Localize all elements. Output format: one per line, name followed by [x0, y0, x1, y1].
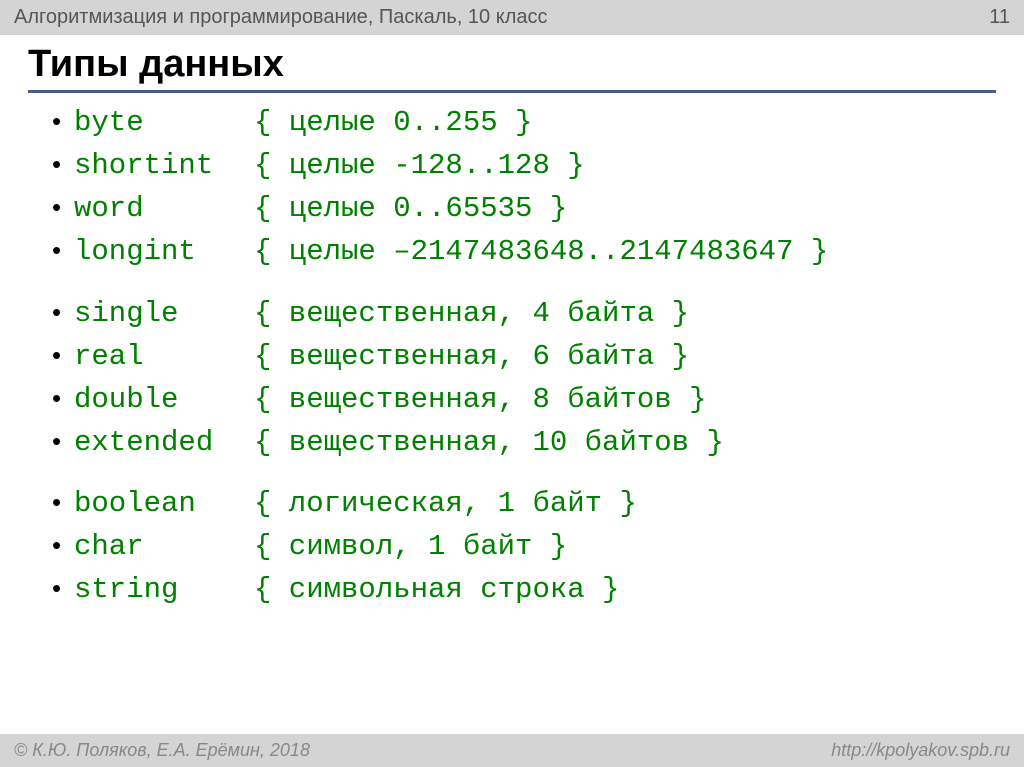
type-row: • byte { целые 0..255 }	[52, 103, 996, 142]
type-desc: { вещественная, 6 байта }	[254, 337, 689, 376]
bullet-icon: •	[52, 233, 74, 268]
page-number: 11	[989, 6, 1010, 29]
type-name: shortint	[74, 146, 254, 185]
group-separator	[52, 276, 996, 294]
type-desc: { символьная строка }	[254, 570, 619, 609]
bullet-icon: •	[52, 528, 74, 563]
type-row: • word { целые 0..65535 }	[52, 189, 996, 228]
type-list: • byte { целые 0..255 } • shortint { цел…	[28, 103, 996, 610]
bullet-icon: •	[52, 295, 74, 330]
type-row: • double { вещественная, 8 байтов }	[52, 380, 996, 419]
type-row: • single { вещественная, 4 байта }	[52, 294, 996, 333]
type-name: single	[74, 294, 254, 333]
type-name: boolean	[74, 484, 254, 523]
type-desc: { целые –2147483648..2147483647 }	[254, 232, 828, 271]
footer-url: http://kpolyakov.spb.ru	[831, 740, 1010, 761]
type-desc: { символ, 1 байт }	[254, 527, 567, 566]
type-name: word	[74, 189, 254, 228]
type-name: extended	[74, 423, 254, 462]
header-left: Алгоритмизация и программирование, Паска…	[14, 6, 548, 29]
bullet-icon: •	[52, 190, 74, 225]
type-row: • extended { вещественная, 10 байтов }	[52, 423, 996, 462]
type-name: double	[74, 380, 254, 419]
bullet-icon: •	[52, 381, 74, 416]
type-desc: { целые -128..128 }	[254, 146, 585, 185]
slide-title: Типы данных	[28, 43, 996, 93]
type-desc: { логическая, 1 байт }	[254, 484, 637, 523]
slide-content: Типы данных • byte { целые 0..255 } • sh…	[0, 35, 1024, 610]
bullet-icon: •	[52, 147, 74, 182]
type-desc: { вещественная, 4 байта }	[254, 294, 689, 333]
group-separator	[52, 466, 996, 484]
bullet-icon: •	[52, 424, 74, 459]
bullet-icon: •	[52, 485, 74, 520]
slide-header: Алгоритмизация и программирование, Паска…	[0, 0, 1024, 35]
type-desc: { вещественная, 8 байтов }	[254, 380, 706, 419]
type-name: byte	[74, 103, 254, 142]
type-name: char	[74, 527, 254, 566]
type-desc: { вещественная, 10 байтов }	[254, 423, 724, 462]
type-name: longint	[74, 232, 254, 271]
type-row: • real { вещественная, 6 байта }	[52, 337, 996, 376]
type-row: • char { символ, 1 байт }	[52, 527, 996, 566]
type-row: • shortint { целые -128..128 }	[52, 146, 996, 185]
type-desc: { целые 0..255 }	[254, 103, 532, 142]
slide-footer: © К.Ю. Поляков, Е.А. Ерёмин, 2018 http:/…	[0, 734, 1024, 767]
bullet-icon: •	[52, 104, 74, 139]
type-name: real	[74, 337, 254, 376]
type-name: string	[74, 570, 254, 609]
type-row: • longint { целые –2147483648..214748364…	[52, 232, 996, 271]
type-desc: { целые 0..65535 }	[254, 189, 567, 228]
footer-copyright: © К.Ю. Поляков, Е.А. Ерёмин, 2018	[14, 740, 310, 761]
bullet-icon: •	[52, 338, 74, 373]
type-row: • boolean { логическая, 1 байт }	[52, 484, 996, 523]
type-row: • string { символьная строка }	[52, 570, 996, 609]
bullet-icon: •	[52, 571, 74, 606]
